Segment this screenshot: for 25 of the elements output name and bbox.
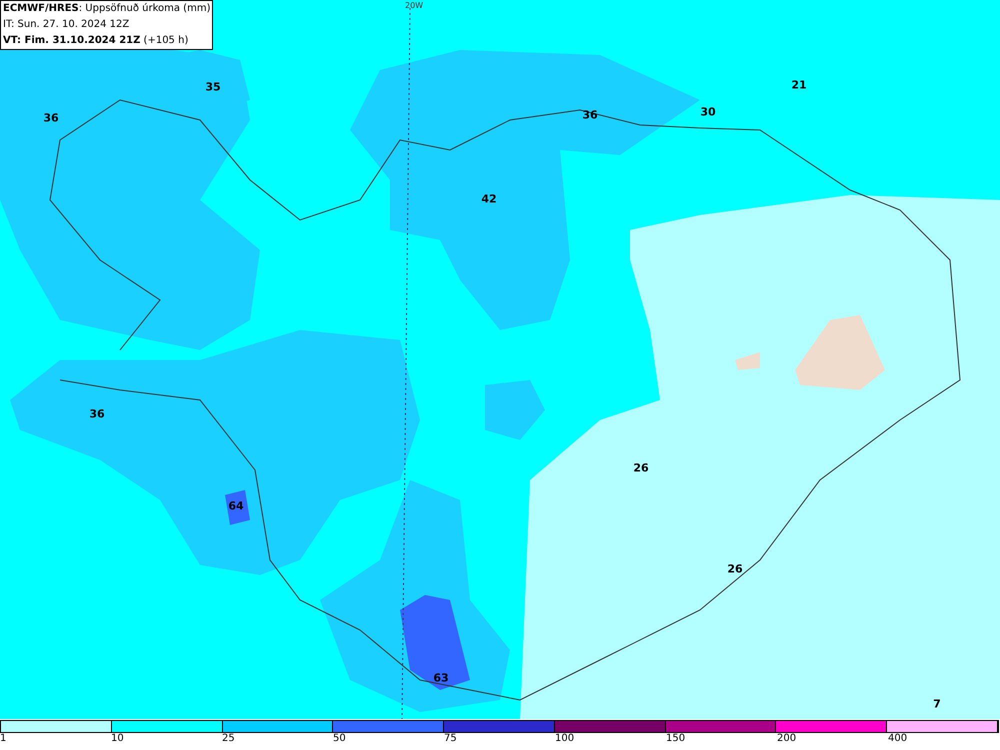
contour-value: 36 [582,110,598,120]
contour-value: 63 [433,672,449,684]
contour-value: 21 [791,80,807,90]
contour-value: 7 [933,698,941,710]
legend-tick-label: 150 [666,734,686,744]
contour-value: 26 [727,564,743,574]
contour-value: 35 [205,82,221,92]
contour-value: 26 [633,462,649,474]
legend-tick-label: 75 [444,734,457,744]
legend-tick-label: 100 [555,734,574,744]
legend-tick-label: 400 [888,734,908,744]
valid-time: VT: Fim. 31.10.2024 21Z (+105 h) [3,34,190,48]
contour-value: 36 [89,408,105,420]
meridian-label: 20W [405,0,424,12]
legend-tick-label: 1 [0,734,6,744]
legend-tick-label: 10 [111,734,124,744]
map-title: ECMWF/HRES: Uppsöfnuð úrkoma (mm) [3,2,210,16]
legend-tick-label: 25 [222,734,235,744]
init-time: IT: Sun. 27. 10. 2024 12Z [3,18,130,32]
contour-value: 64 [228,500,244,512]
contour-value: 42 [481,194,497,204]
contour-value: 30 [700,106,716,118]
contour-value: 36 [43,112,59,124]
legend-tick-label: 200 [777,734,796,744]
legend-tick-label: 50 [333,734,346,744]
